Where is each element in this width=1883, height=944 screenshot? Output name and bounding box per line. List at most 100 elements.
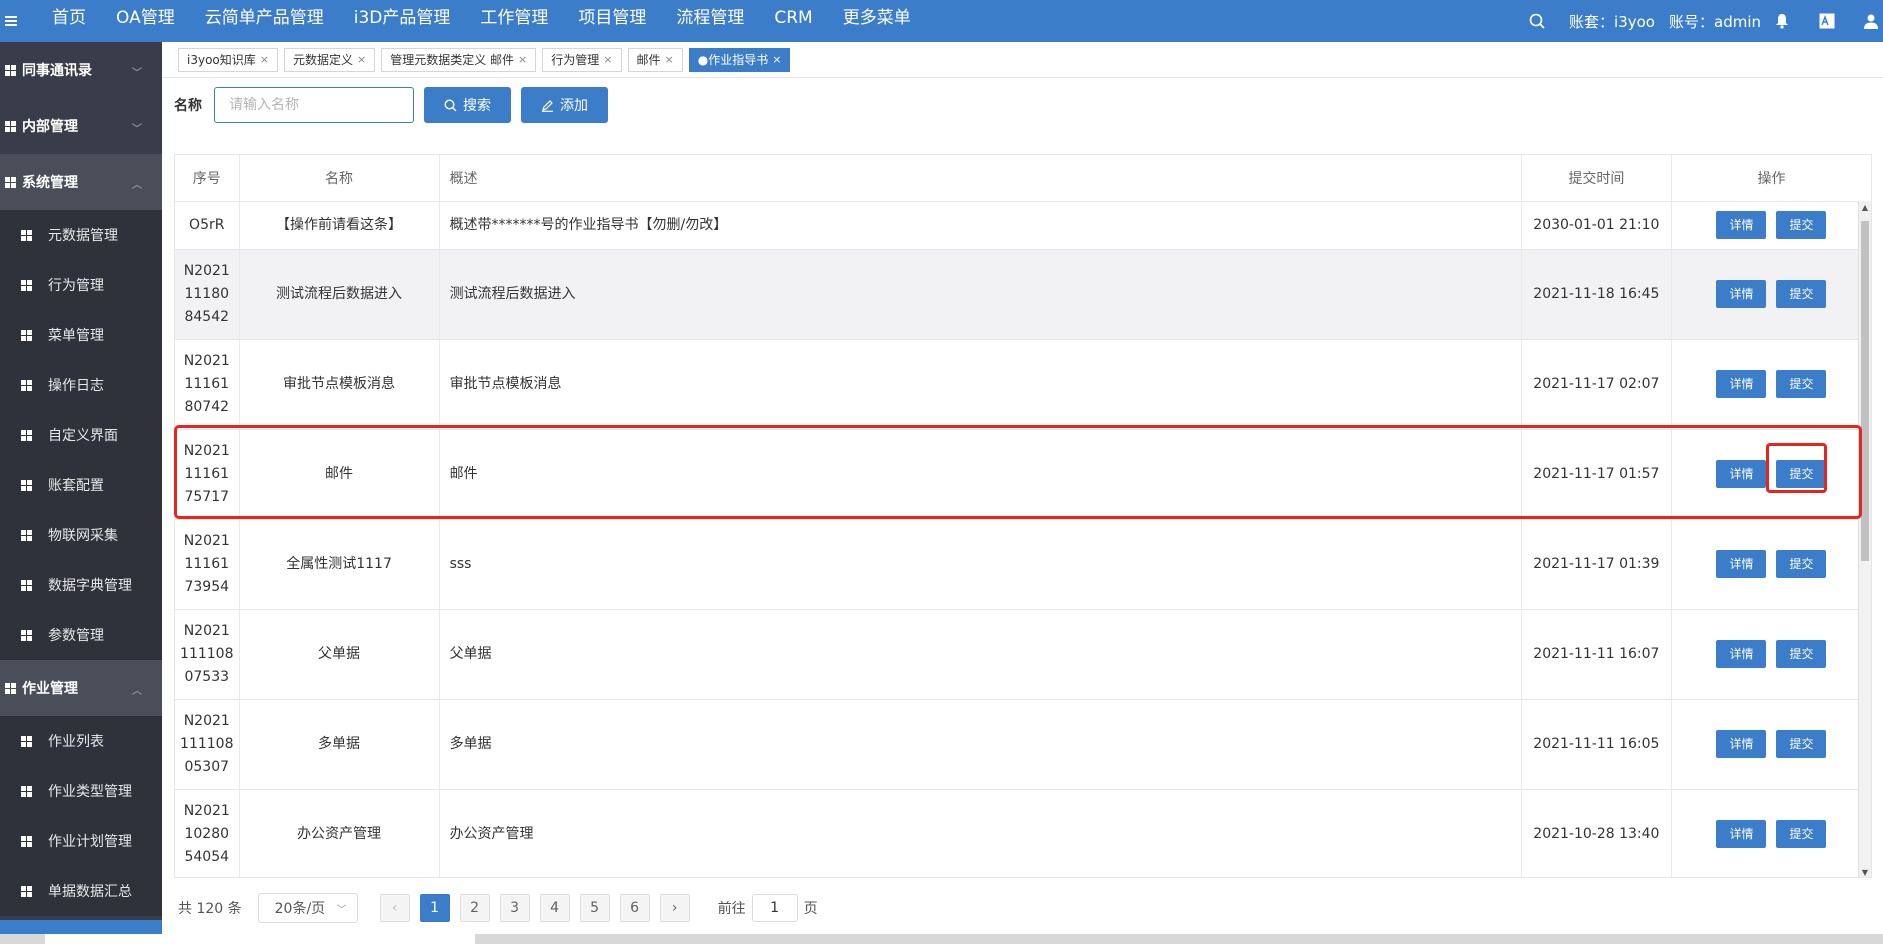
sidebar-item-job-list[interactable]: 作业列表 <box>0 716 162 766</box>
sidebar-item-oplog[interactable]: 操作日志 <box>0 360 162 410</box>
nav-process[interactable]: 流程管理 <box>661 0 759 42</box>
sidebar-group-job[interactable]: 作业管理 ︿ <box>0 660 162 716</box>
table-vertical-scrollbar[interactable]: ▲ ▼ <box>1858 201 1871 877</box>
add-button[interactable]: 添加 <box>521 87 608 123</box>
row-id-part: N2021 <box>183 802 230 819</box>
detail-button[interactable]: 详情 <box>1716 211 1767 239</box>
page-4-button[interactable]: 4 <box>539 894 570 922</box>
nav-i3d-product[interactable]: i3D产品管理 <box>339 0 466 42</box>
sidebar-group-contacts[interactable]: 同事通讯录 ﹀ <box>0 42 162 98</box>
font-size-icon[interactable] <box>1819 13 1835 29</box>
nav-cloud-product[interactable]: 云简单产品管理 <box>190 0 339 42</box>
tab-metadata-def[interactable]: 元数据定义 × <box>283 47 376 72</box>
sidebar-item-account-config[interactable]: 账套配置 <box>0 460 162 510</box>
submit-button[interactable]: 提交 <box>1776 550 1827 578</box>
submit-button[interactable]: 提交 <box>1776 370 1827 398</box>
page-6-button[interactable]: 6 <box>619 894 650 922</box>
prev-page-button[interactable]: ‹ <box>379 894 410 922</box>
goto-page-input[interactable]: 1 <box>751 894 798 922</box>
scrollbar-thumb[interactable] <box>45 934 475 944</box>
chevron-up-icon: ︿ <box>132 686 142 697</box>
row-id-part: 80742 <box>184 398 230 415</box>
close-icon[interactable]: × <box>603 53 612 66</box>
close-icon[interactable]: × <box>518 53 527 66</box>
menu-toggle-icon[interactable] <box>0 0 22 42</box>
search-button[interactable]: 搜索 <box>424 87 511 123</box>
submit-button[interactable]: 提交 <box>1776 730 1827 758</box>
nav-more[interactable]: 更多菜单 <box>828 0 926 42</box>
page-2-button[interactable]: 2 <box>459 894 490 922</box>
row-id: N2021 10280 54054 <box>175 789 240 877</box>
page-size-select[interactable]: 20条/页 ﹀ <box>257 893 358 923</box>
detail-button[interactable]: 详情 <box>1716 280 1767 308</box>
sidebar-group-system[interactable]: 系统管理 ︿ <box>0 154 162 210</box>
detail-button[interactable]: 详情 <box>1716 730 1767 758</box>
row-id: N2021 11161 73954 <box>175 519 240 610</box>
submit-button[interactable]: 提交 <box>1776 211 1827 239</box>
close-icon[interactable]: × <box>772 53 781 66</box>
top-right-tools: 账套：i3yoo 账号：admin <box>1529 0 1883 42</box>
sidebar-item-job-plan[interactable]: 作业计划管理 <box>0 816 162 866</box>
row-time: 2021-11-17 01:39 <box>1521 519 1672 610</box>
submit-button[interactable]: 提交 <box>1776 820 1827 848</box>
sidebar-item-metadata[interactable]: 元数据管理 <box>0 210 162 260</box>
nav-work[interactable]: 工作管理 <box>465 0 563 42</box>
sidebar-item-iot[interactable]: 物联网采集 <box>0 510 162 560</box>
page-3-button[interactable]: 3 <box>499 894 530 922</box>
nav-crm[interactable]: CRM <box>759 0 827 42</box>
row-name: 父单据 <box>239 609 440 700</box>
search-icon <box>444 98 457 112</box>
column-header-id: 序号 <box>175 155 240 202</box>
detail-button[interactable]: 详情 <box>1716 640 1767 668</box>
sidebar-group-label: 内部管理 <box>22 119 78 135</box>
scroll-up-icon[interactable]: ▲ <box>1859 203 1871 212</box>
detail-button[interactable]: 详情 <box>1716 460 1767 488</box>
tab-mail[interactable]: 邮件 × <box>627 47 683 72</box>
horizontal-scrollbar[interactable] <box>0 934 1883 944</box>
next-page-button[interactable]: › <box>659 894 690 922</box>
user-icon[interactable] <box>1863 13 1879 29</box>
detail-button[interactable]: 详情 <box>1716 370 1767 398</box>
nav-project[interactable]: 项目管理 <box>563 0 661 42</box>
row-desc: 概述带*******号的作业指导书【勿删/勿改】 <box>439 201 1522 250</box>
close-icon[interactable]: × <box>357 53 366 66</box>
row-id-part: N2021 <box>183 352 230 369</box>
row-name: 测试流程后数据进入 <box>239 249 440 340</box>
row-id-part: 111108 <box>180 645 234 662</box>
submit-button[interactable]: 提交 <box>1776 280 1827 308</box>
search-icon[interactable] <box>1529 13 1545 29</box>
row-id: N2021 111108 05307 <box>175 699 240 790</box>
account-label: 账号：admin <box>1669 12 1761 31</box>
sidebar-item-menu[interactable]: 菜单管理 <box>0 310 162 360</box>
page-5-button[interactable]: 5 <box>579 894 610 922</box>
scroll-down-icon[interactable]: ▼ <box>1859 868 1871 877</box>
column-header-name: 名称 <box>239 155 440 202</box>
tab-knowledge-base[interactable]: i3yoo知识库 × <box>178 47 278 72</box>
tab-behavior[interactable]: 行为管理 × <box>542 47 622 72</box>
sidebar-item-custom-ui[interactable]: 自定义界面 <box>0 410 162 460</box>
sidebar-item-job-type[interactable]: 作业类型管理 <box>0 766 162 816</box>
sidebar-item-dictionary[interactable]: 数据字典管理 <box>0 560 162 610</box>
bell-icon[interactable] <box>1775 13 1789 29</box>
page-1-button[interactable]: 1 <box>419 894 450 922</box>
scrollbar-thumb[interactable] <box>1861 221 1869 561</box>
tab-metadata-class-mail[interactable]: 管理元数据类定义 邮件 × <box>381 47 537 72</box>
sidebar-group-internal[interactable]: 内部管理 ﹀ <box>0 98 162 154</box>
nav-home[interactable]: 首页 <box>22 0 101 42</box>
sidebar-item-doc-summary[interactable]: 单据数据汇总 <box>0 866 162 916</box>
submit-button[interactable]: 提交 <box>1776 640 1827 668</box>
tab-job-guide[interactable]: ●作业指导书 × <box>688 47 791 72</box>
name-search-input[interactable] <box>214 87 414 123</box>
row-time: 2021-11-17 02:07 <box>1521 339 1672 430</box>
submit-button[interactable]: 提交 <box>1776 460 1827 488</box>
sidebar-item-behavior[interactable]: 行为管理 <box>0 260 162 310</box>
grid-icon <box>14 835 38 847</box>
grid-icon <box>0 120 22 132</box>
detail-button[interactable]: 详情 <box>1716 550 1767 578</box>
sidebar-item-params[interactable]: 参数管理 <box>0 610 162 660</box>
nav-oa[interactable]: OA管理 <box>101 0 190 42</box>
goto-page: 前往 1 页 <box>718 894 818 922</box>
close-icon[interactable]: × <box>665 53 674 66</box>
detail-button[interactable]: 详情 <box>1716 820 1767 848</box>
close-icon[interactable]: × <box>260 53 269 66</box>
